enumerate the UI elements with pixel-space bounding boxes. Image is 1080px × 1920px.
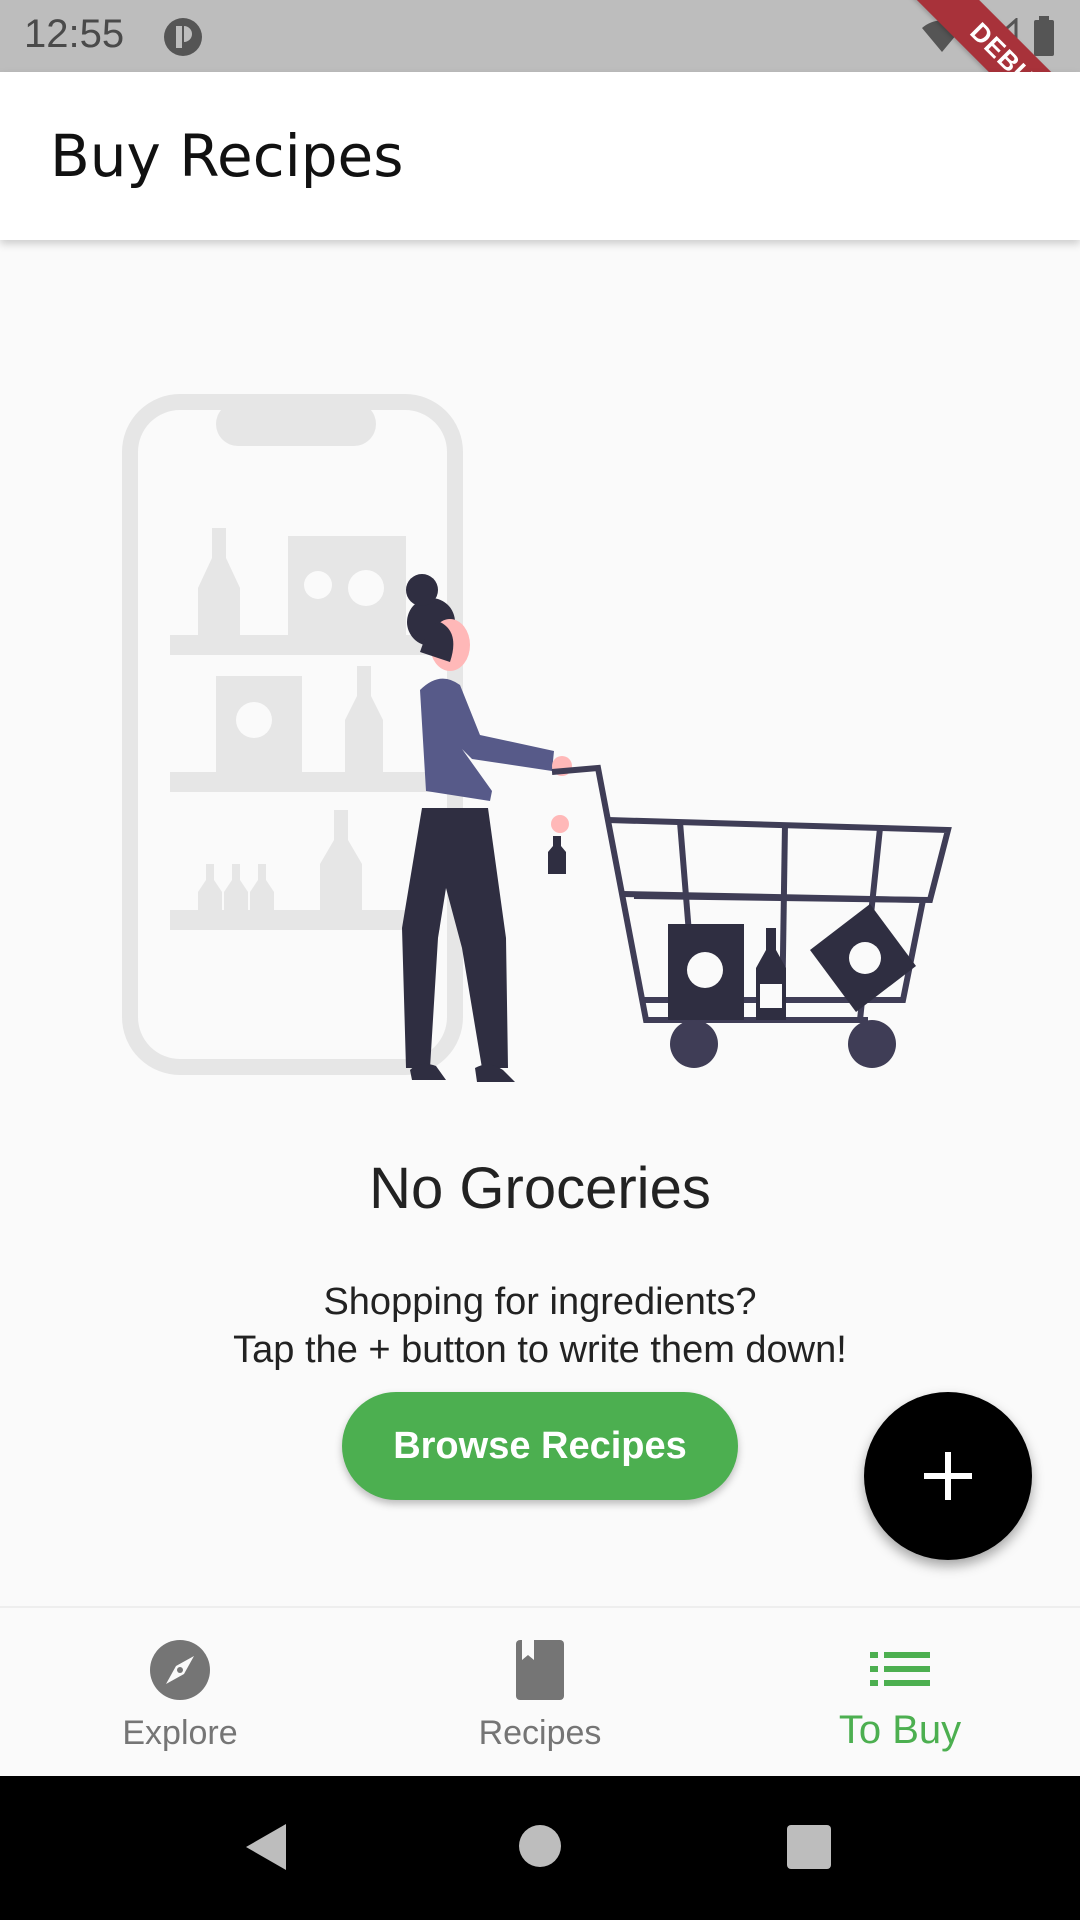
battery-icon [1034, 16, 1054, 56]
recents-icon[interactable] [786, 1824, 832, 1870]
app-notification-icon [164, 18, 202, 56]
home-icon[interactable] [518, 1824, 562, 1868]
nav-item-recipes[interactable]: Recipes [360, 1608, 720, 1778]
nav-item-explore[interactable]: Explore [0, 1608, 360, 1778]
browse-recipes-button[interactable]: Browse Recipes [342, 1392, 738, 1500]
cart-wheel-left [670, 1020, 718, 1068]
status-bar: 12:55 DEBUG [0, 0, 1080, 177]
add-grocery-fab[interactable] [864, 1392, 1032, 1560]
system-navigation-bar [0, 1776, 1080, 1920]
nav-label-recipes: Recipes [478, 1714, 602, 1752]
bottom-navigation: Explore Recipes To Buy [0, 1606, 1080, 1778]
back-icon[interactable] [244, 1822, 288, 1872]
nav-item-to-buy[interactable]: To Buy [720, 1608, 1080, 1778]
cart-wheel-right [848, 1020, 896, 1068]
empty-state-subtitle: Shopping for ingredients? Tap the + butt… [233, 1281, 847, 1371]
compass-icon [150, 1640, 210, 1700]
status-time: 12:55 [24, 12, 125, 56]
nav-label-explore: Explore [122, 1714, 238, 1752]
shopping-cart-illustration [122, 394, 952, 1082]
app-bar: Buy Recipes [0, 72, 1080, 240]
shopper-figure [402, 574, 572, 1082]
list-icon [870, 1652, 930, 1686]
book-icon [516, 1640, 564, 1700]
empty-state-title: No Groceries [369, 1156, 711, 1221]
nav-label-to-buy: To Buy [838, 1708, 962, 1752]
page-title: Buy Recipes [50, 122, 404, 190]
plus-icon [924, 1452, 972, 1500]
